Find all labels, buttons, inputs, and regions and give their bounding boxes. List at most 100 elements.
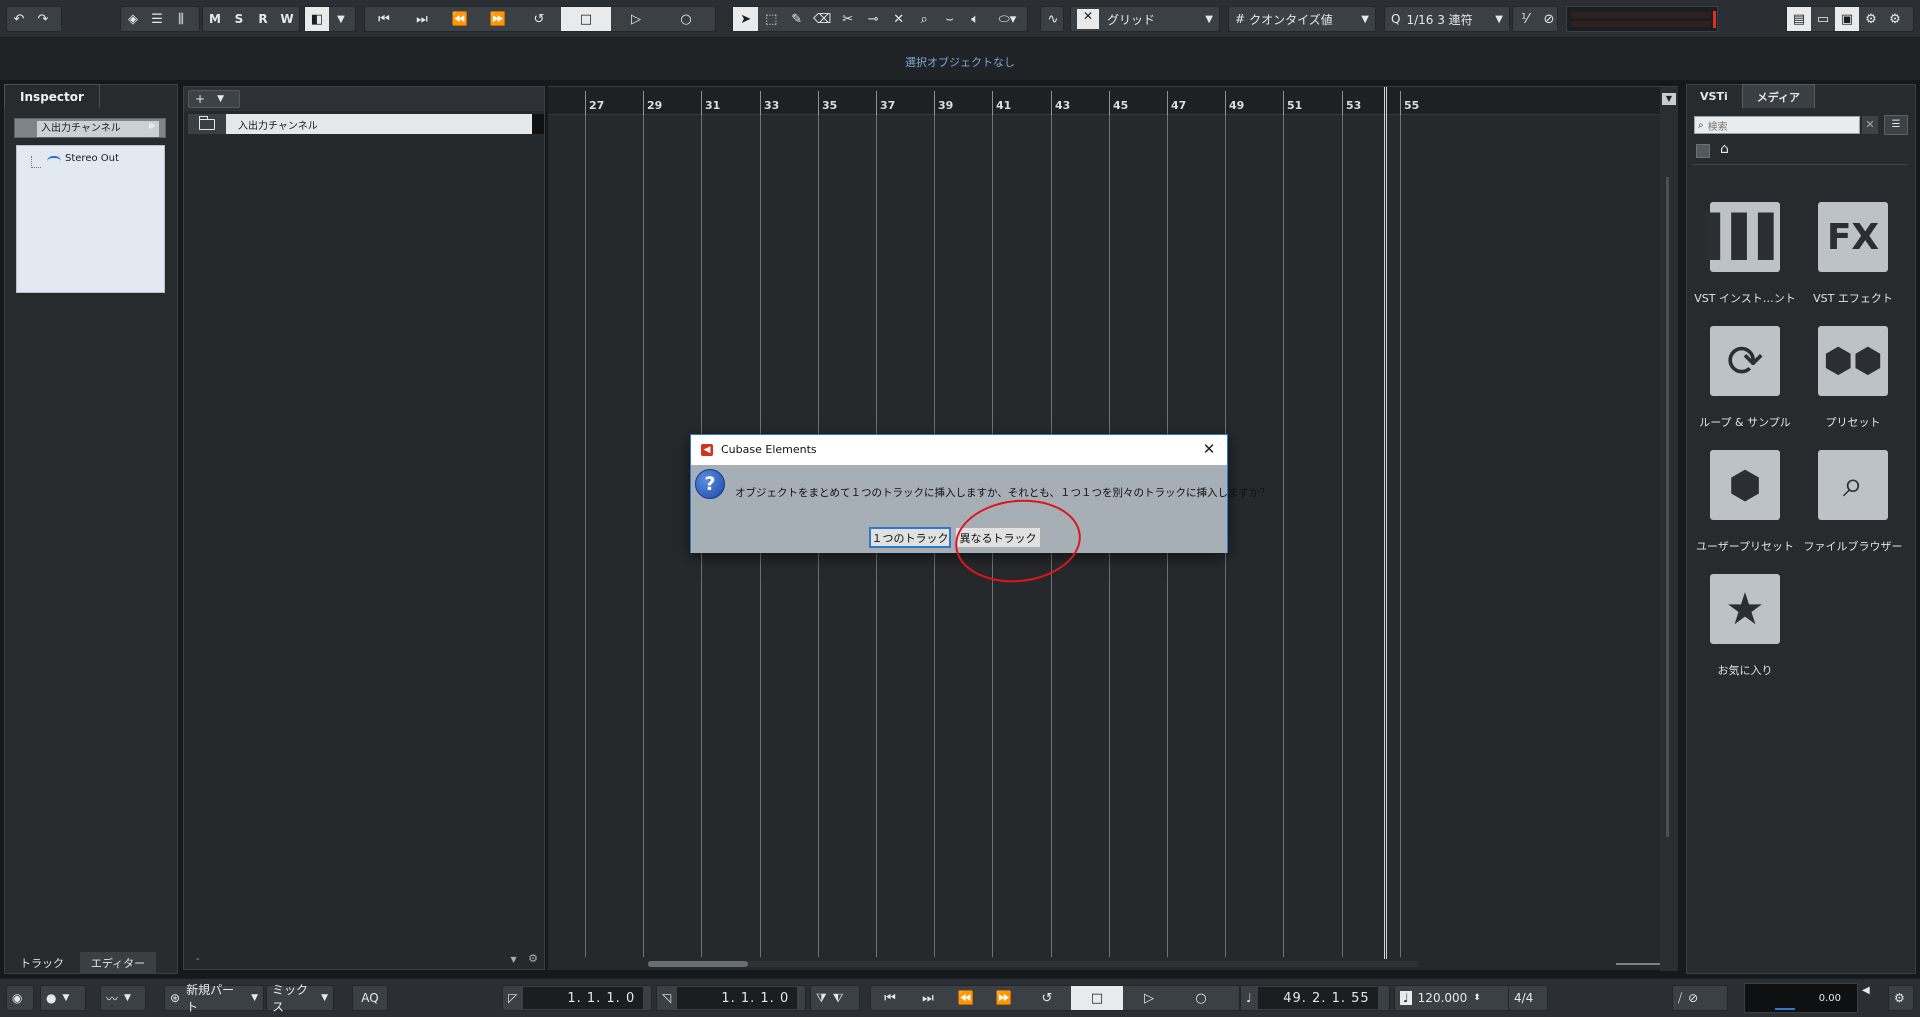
- snap-type-select[interactable]: ✕ グリッド ▼: [1070, 6, 1220, 32]
- position-value[interactable]: 49. 2. 1. 55: [1257, 987, 1378, 1009]
- split-icon[interactable]: ✂: [835, 7, 860, 31]
- track-list-settings-button[interactable]: ▼ ⚙: [510, 952, 538, 965]
- inspector-section-io[interactable]: 入出力チャンネル ▶: [14, 118, 166, 138]
- solo-button[interactable]: S: [227, 7, 251, 31]
- mute-button[interactable]: M: [203, 7, 227, 31]
- play-icon[interactable]: ▷: [1123, 986, 1175, 1010]
- hexagons-icon[interactable]: ⬢⬢: [1818, 326, 1888, 396]
- record-mode-select[interactable]: ● ▼: [40, 985, 86, 1011]
- media-tile[interactable]: ⟳ ループ & サンプル: [1690, 326, 1800, 430]
- line-icon[interactable]: ⌣: [937, 7, 962, 31]
- draw-icon[interactable]: ✎: [784, 7, 809, 31]
- part-mode-select[interactable]: ⊛ 新規パート ▼: [164, 983, 264, 1014]
- ruler[interactable]: 27 29 31 33 35 37 39 41 43 45 47 49 51 53 55: [548, 87, 1660, 115]
- write-button[interactable]: W: [275, 7, 299, 31]
- click-icon[interactable]: ⧸: [1678, 991, 1682, 1006]
- clear-search-icon[interactable]: ✕: [1862, 116, 1878, 134]
- track-list-icon[interactable]: ☰: [145, 7, 169, 31]
- right-zone-icon[interactable]: ▣: [1835, 7, 1859, 31]
- tab-track[interactable]: トラック: [4, 952, 80, 974]
- media-tile[interactable]: ⬢⬢ プリセット: [1798, 326, 1908, 430]
- stepper-icon[interactable]: ⬍: [1473, 993, 1481, 1003]
- cycle-icon[interactable]: ↺: [1023, 986, 1071, 1010]
- tab-editor[interactable]: エディター: [80, 952, 156, 974]
- fx-icon[interactable]: FX: [1818, 202, 1888, 272]
- horizontal-scrollbar[interactable]: [648, 961, 1418, 967]
- tempo-value[interactable]: 120.000: [1418, 991, 1468, 1005]
- vertical-scrollbar[interactable]: ▼: [1660, 87, 1678, 971]
- left-zone-icon[interactable]: ▤: [1787, 7, 1811, 31]
- go-to-start-icon[interactable]: ⏮: [365, 7, 403, 31]
- scrollbar-thumb[interactable]: [1666, 177, 1669, 837]
- right-locator[interactable]: ◹ 1. 1. 1. 0: [656, 985, 806, 1011]
- record-icon[interactable]: ○: [661, 7, 711, 31]
- auto-quantize-button[interactable]: AQ: [352, 985, 388, 1011]
- zoom-icon[interactable]: ⌕: [911, 7, 936, 31]
- stop-icon[interactable]: □: [561, 7, 611, 31]
- setup-window-icon[interactable]: ⚙: [1859, 7, 1883, 31]
- fast-forward-icon[interactable]: ⏩: [479, 7, 517, 31]
- close-icon[interactable]: ✕: [1197, 438, 1221, 460]
- chevron-down-icon[interactable]: ▼: [329, 7, 353, 31]
- snap-on-off-icon[interactable]: ∿: [1041, 7, 1065, 31]
- speaker-icon[interactable]: ◀: [1862, 985, 1870, 996]
- signature-display[interactable]: 4/4: [1508, 985, 1548, 1011]
- star-icon[interactable]: ★: [1710, 574, 1780, 644]
- play-tool-icon[interactable]: 🔈︎: [962, 7, 987, 31]
- routing-output-label[interactable]: Stereo Out: [65, 153, 119, 164]
- fast-forward-icon[interactable]: ⏩: [985, 986, 1023, 1010]
- quantize-reset-icon[interactable]: ⊘: [1537, 7, 1561, 31]
- position-display[interactable]: ♩ 49. 2. 1. 55: [1240, 985, 1390, 1011]
- mix-mode-select[interactable]: ミックス ▼: [266, 983, 334, 1014]
- rewind-icon[interactable]: ⏪: [947, 986, 985, 1010]
- quantize-value-select[interactable]: Q 1/16 3 連符 ▼: [1384, 6, 1510, 32]
- rewind-icon[interactable]: ⏪: [441, 7, 479, 31]
- go-to-end-icon[interactable]: ⏭: [909, 986, 947, 1010]
- folder-track[interactable]: 入出力チャンネル: [188, 114, 544, 134]
- play-icon[interactable]: ▷: [611, 7, 661, 31]
- constrain-delay-icon[interactable]: ◈: [121, 7, 145, 31]
- transport-settings-button[interactable]: ⚙: [1888, 985, 1914, 1011]
- go-to-start-icon[interactable]: ⏮: [871, 986, 909, 1010]
- routing-tree[interactable]: Stereo Out: [16, 145, 165, 293]
- undo-icon[interactable]: ↶: [7, 7, 31, 31]
- media-search-input[interactable]: ⌕ 検索: [1694, 116, 1860, 134]
- project-cursor[interactable]: [1384, 87, 1387, 959]
- lower-zone-icon[interactable]: ▭: [1811, 7, 1835, 31]
- tab-media[interactable]: メディア: [1741, 84, 1815, 108]
- sync-icon[interactable]: ⊘: [1688, 991, 1698, 1005]
- settings-icon[interactable]: ⚙: [1883, 7, 1907, 31]
- piano-keys-icon[interactable]: ▌▌▌: [1705, 202, 1789, 272]
- left-locator-value[interactable]: 1. 1. 1. 0: [523, 987, 644, 1009]
- horizontal-zoom-slider[interactable]: [1616, 963, 1660, 965]
- erase-icon[interactable]: ⌫: [809, 7, 834, 31]
- quantize-fraction-icon[interactable]: ⅟: [1513, 7, 1537, 31]
- color-icon[interactable]: ⬭▾: [988, 7, 1027, 31]
- list-view-icon[interactable]: ☰: [1884, 115, 1908, 135]
- tab-inspector[interactable]: Inspector: [4, 84, 100, 108]
- select-checkbox[interactable]: [1696, 144, 1710, 158]
- read-button[interactable]: R: [251, 7, 275, 31]
- right-locator-value[interactable]: 1. 1. 1. 0: [677, 987, 798, 1009]
- quantize-type-select[interactable]: # クオンタイズ値 ▼: [1228, 6, 1376, 32]
- left-locator[interactable]: ◸ 1. 1. 1. 0: [502, 985, 652, 1011]
- dialog-titlebar[interactable]: ◀ Cubase Elements ✕: [691, 435, 1227, 465]
- media-tile[interactable]: ▌▌▌ VST インスト…ント: [1690, 202, 1800, 306]
- glue-icon[interactable]: ⊸: [860, 7, 885, 31]
- one-track-button[interactable]: １つのトラック: [869, 527, 951, 548]
- punch-out-icon[interactable]: ⧨: [833, 991, 844, 1006]
- signature-value[interactable]: 4/4: [1514, 991, 1533, 1005]
- user-preset-icon[interactable]: ⬢: [1710, 450, 1780, 520]
- record-icon[interactable]: ○: [1175, 986, 1227, 1010]
- range-selection-icon[interactable]: ⬚: [758, 7, 783, 31]
- stop-icon[interactable]: □: [1071, 986, 1123, 1010]
- add-track-button[interactable]: + ▼: [188, 90, 240, 108]
- media-tile[interactable]: ★ お気に入り: [1690, 574, 1800, 678]
- home-icon[interactable]: ⌂: [1720, 141, 1729, 157]
- zoom-out-button[interactable]: -: [196, 954, 200, 965]
- tempo-display[interactable]: ♩ 120.000 ⬍: [1394, 985, 1520, 1011]
- go-to-end-icon[interactable]: ⏭: [403, 7, 441, 31]
- auto-scroll-icon[interactable]: ◧: [305, 7, 329, 31]
- media-tile[interactable]: ⬢ ユーザープリセット: [1690, 450, 1800, 554]
- object-selection-icon[interactable]: ➤: [733, 7, 759, 31]
